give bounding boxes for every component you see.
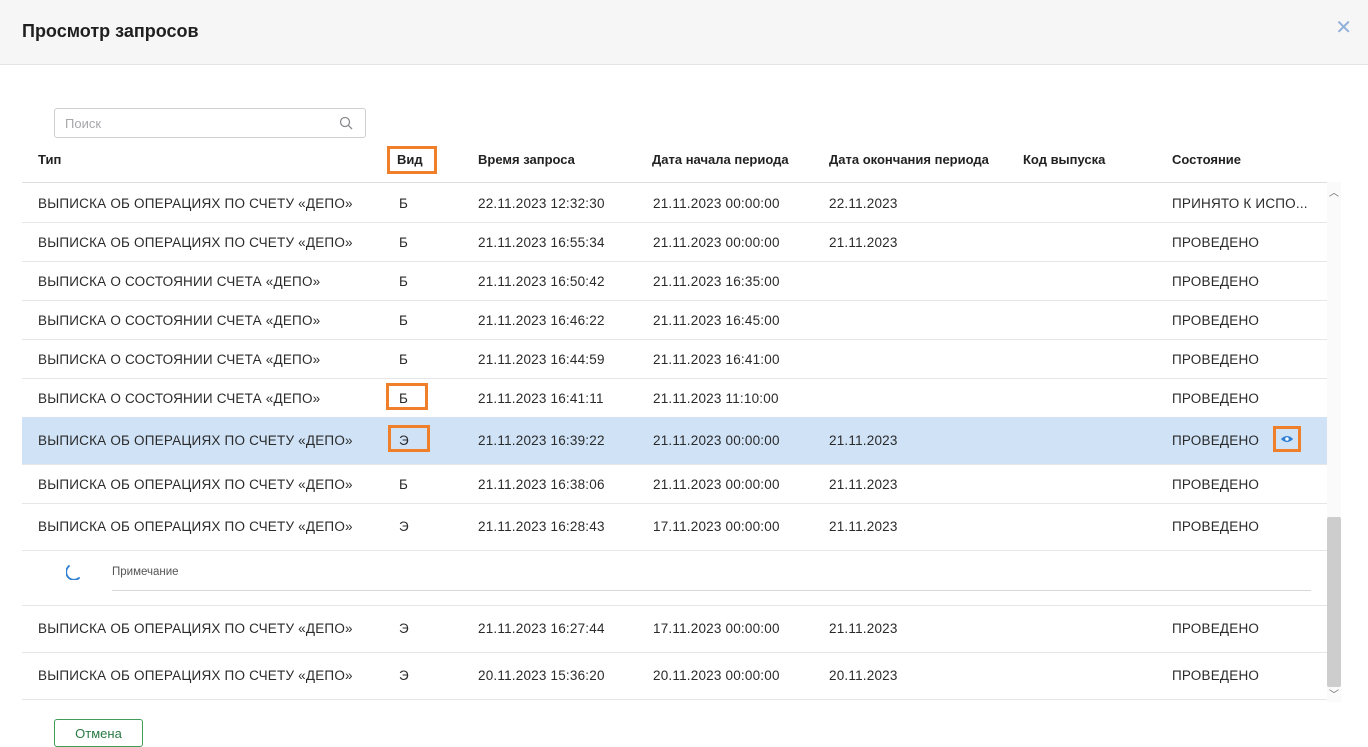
cell-request-time: 21.11.2023 16:41:11: [478, 391, 604, 406]
cell-state: ПРОВЕДЕНО: [1172, 668, 1260, 683]
cell-kind: Б: [399, 196, 409, 211]
column-header-period-end[interactable]: Дата окончания периода: [829, 152, 989, 167]
cell-request-time: 21.11.2023 16:44:59: [478, 352, 605, 367]
requests-table: ВЫПИСКА ОБ ОПЕРАЦИЯХ ПО СЧЕТУ «ДЕПО» Б 2…: [22, 182, 1327, 703]
cell-period-end: 21.11.2023: [829, 433, 898, 448]
cell-period-start: 21.11.2023 11:10:00: [653, 391, 779, 406]
cell-kind: Э: [399, 519, 409, 534]
table-row-expanded[interactable]: ВЫПИСКА ОБ ОПЕРАЦИЯХ ПО СЧЕТУ «ДЕПО» Э 2…: [22, 503, 1327, 551]
table-row[interactable]: ВЫПИСКА ОБ ОПЕРАЦИЯХ ПО СЧЕТУ «ДЕПО» Б 2…: [22, 222, 1327, 262]
view-details-button[interactable]: [1273, 426, 1301, 452]
search-input[interactable]: [65, 109, 325, 137]
cell-kind: Э: [399, 621, 409, 636]
cell-request-time: 21.11.2023 16:55:34: [478, 235, 605, 250]
cell-period-start: 21.11.2023 00:00:00: [653, 196, 780, 211]
cell-type: ВЫПИСКА О СОСТОЯНИИ СЧЕТА «ДЕПО»: [38, 274, 321, 289]
cell-type: ВЫПИСКА О СОСТОЯНИИ СЧЕТА «ДЕПО»: [38, 391, 321, 406]
cell-state: ПРОВЕДЕНО: [1172, 621, 1260, 636]
cell-request-time: 21.11.2023 16:39:22: [478, 433, 605, 448]
eye-icon: [1280, 435, 1294, 443]
cell-state: ПРОВЕДЕНО: [1172, 313, 1260, 328]
column-header-period-start[interactable]: Дата начала периода: [652, 152, 789, 167]
highlight-box: [388, 425, 430, 452]
cell-period-start: 21.11.2023 16:45:00: [653, 313, 780, 328]
cell-request-time: 21.11.2023 16:27:44: [478, 621, 605, 636]
cell-kind: Б: [399, 313, 409, 328]
cell-state: ПРОВЕДЕНО: [1172, 274, 1260, 289]
cell-period-end: 20.11.2023: [829, 668, 898, 683]
search-box[interactable]: [54, 108, 366, 138]
table-row[interactable]: ВЫПИСКА О СОСТОЯНИИ СЧЕТА «ДЕПО» Б 21.11…: [22, 261, 1327, 301]
cell-request-time: 21.11.2023 16:46:22: [478, 313, 605, 328]
cell-request-time: 20.11.2023 15:36:20: [478, 668, 605, 683]
cell-period-end: 21.11.2023: [829, 235, 898, 250]
cell-type: ВЫПИСКА ОБ ОПЕРАЦИЯХ ПО СЧЕТУ «ДЕПО»: [38, 621, 353, 636]
cell-state: ПРОВЕДЕНО: [1172, 433, 1260, 448]
cell-period-start: 21.11.2023 00:00:00: [653, 477, 780, 492]
cell-request-time: 21.11.2023 16:50:42: [478, 274, 605, 289]
cell-type: ВЫПИСКА О СОСТОЯНИИ СЧЕТА «ДЕПО»: [38, 352, 321, 367]
cell-state: ПРОВЕДЕНО: [1172, 391, 1260, 406]
cell-period-start: 17.11.2023 00:00:00: [653, 621, 780, 636]
scroll-up-icon[interactable]: ︿: [1329, 184, 1339, 199]
column-header-request-time[interactable]: Время запроса: [478, 152, 575, 167]
cell-kind: Э: [399, 668, 409, 683]
loading-spinner-icon: [66, 565, 80, 580]
cell-type: ВЫПИСКА ОБ ОПЕРАЦИЯХ ПО СЧЕТУ «ДЕПО»: [38, 519, 353, 534]
cancel-button[interactable]: Отмена: [54, 719, 143, 747]
cell-kind: Б: [399, 352, 409, 367]
dialog-title: Просмотр запросов: [22, 21, 199, 41]
cell-type: ВЫПИСКА ОБ ОПЕРАЦИЯХ ПО СЧЕТУ «ДЕПО»: [38, 235, 353, 250]
dialog-header: Просмотр запросов ✕: [0, 0, 1368, 65]
table-row[interactable]: ВЫПИСКА ОБ ОПЕРАЦИЯХ ПО СЧЕТУ «ДЕПО» Э 2…: [22, 652, 1327, 700]
cell-request-time: 21.11.2023 16:38:06: [478, 477, 605, 492]
table-row[interactable]: ВЫПИСКА ОБ ОПЕРАЦИЯХ ПО СЧЕТУ «ДЕПО» Э 2…: [22, 605, 1327, 653]
search-icon[interactable]: [339, 116, 353, 130]
cell-type: ВЫПИСКА ОБ ОПЕРАЦИЯХ ПО СЧЕТУ «ДЕПО»: [38, 196, 353, 211]
note-field[interactable]: [112, 590, 1311, 591]
column-header-state[interactable]: Состояние: [1172, 152, 1241, 167]
cell-period-start: 21.11.2023 00:00:00: [653, 235, 780, 250]
column-header-kind[interactable]: Вид: [397, 152, 423, 167]
cell-type: ВЫПИСКА ОБ ОПЕРАЦИЯХ ПО СЧЕТУ «ДЕПО»: [38, 477, 353, 492]
cell-type: ВЫПИСКА О СОСТОЯНИИ СЧЕТА «ДЕПО»: [38, 313, 321, 328]
scrollbar-thumb[interactable]: [1327, 517, 1341, 687]
cell-type: ВЫПИСКА ОБ ОПЕРАЦИЯХ ПО СЧЕТУ «ДЕПО»: [38, 433, 353, 448]
cell-period-end: 21.11.2023: [829, 621, 898, 636]
row-details-panel: Примечание: [22, 550, 1327, 606]
cell-kind: Б: [399, 274, 409, 289]
cell-state: ПРИНЯТО К ИСПО...: [1172, 196, 1308, 211]
cell-kind: Э: [399, 433, 409, 448]
cell-period-end: 21.11.2023: [829, 477, 898, 492]
cell-kind: Б: [399, 391, 409, 406]
column-header-type[interactable]: Тип: [38, 152, 61, 167]
cell-period-start: 21.11.2023 00:00:00: [653, 433, 780, 448]
cell-kind: Б: [399, 235, 409, 250]
cell-type: ВЫПИСКА ОБ ОПЕРАЦИЯХ ПО СЧЕТУ «ДЕПО»: [38, 668, 353, 683]
cell-period-start: 20.11.2023 00:00:00: [653, 668, 780, 683]
close-icon[interactable]: ✕: [1335, 18, 1352, 38]
cell-state: ПРОВЕДЕНО: [1172, 519, 1260, 534]
cell-state: ПРОВЕДЕНО: [1172, 477, 1260, 492]
table-row[interactable]: ВЫПИСКА ОБ ОПЕРАЦИЯХ ПО СЧЕТУ «ДЕПО» Б 2…: [22, 183, 1327, 223]
cell-period-end: 21.11.2023: [829, 519, 898, 534]
note-label: Примечание: [112, 566, 179, 578]
cell-kind: Б: [399, 477, 409, 492]
cell-request-time: 21.11.2023 16:28:43: [478, 519, 605, 534]
cell-period-start: 21.11.2023 16:35:00: [653, 274, 780, 289]
table-row-selected[interactable]: ВЫПИСКА ОБ ОПЕРАЦИЯХ ПО СЧЕТУ «ДЕПО» Э 2…: [22, 417, 1327, 465]
cell-period-start: 17.11.2023 00:00:00: [653, 519, 780, 534]
scroll-down-icon[interactable]: ﹀: [1329, 686, 1339, 701]
table-row[interactable]: ВЫПИСКА О СОСТОЯНИИ СЧЕТА «ДЕПО» Б 21.11…: [22, 300, 1327, 340]
cell-period-end: 22.11.2023: [829, 196, 898, 211]
table-scrollbar[interactable]: ︿ ﹀: [1327, 182, 1341, 702]
cell-state: ПРОВЕДЕНО: [1172, 352, 1260, 367]
table-row[interactable]: ВЫПИСКА О СОСТОЯНИИ СЧЕТА «ДЕПО» Б 21.11…: [22, 378, 1327, 418]
cell-period-start: 21.11.2023 16:41:00: [653, 352, 780, 367]
table-row[interactable]: ВЫПИСКА О СОСТОЯНИИ СЧЕТА «ДЕПО» Б 21.11…: [22, 339, 1327, 379]
cell-request-time: 22.11.2023 12:32:30: [478, 196, 605, 211]
cell-state: ПРОВЕДЕНО: [1172, 235, 1260, 250]
table-row[interactable]: ВЫПИСКА ОБ ОПЕРАЦИЯХ ПО СЧЕТУ «ДЕПО» Б 2…: [22, 464, 1327, 504]
column-header-issue-code[interactable]: Код выпуска: [1023, 152, 1105, 167]
